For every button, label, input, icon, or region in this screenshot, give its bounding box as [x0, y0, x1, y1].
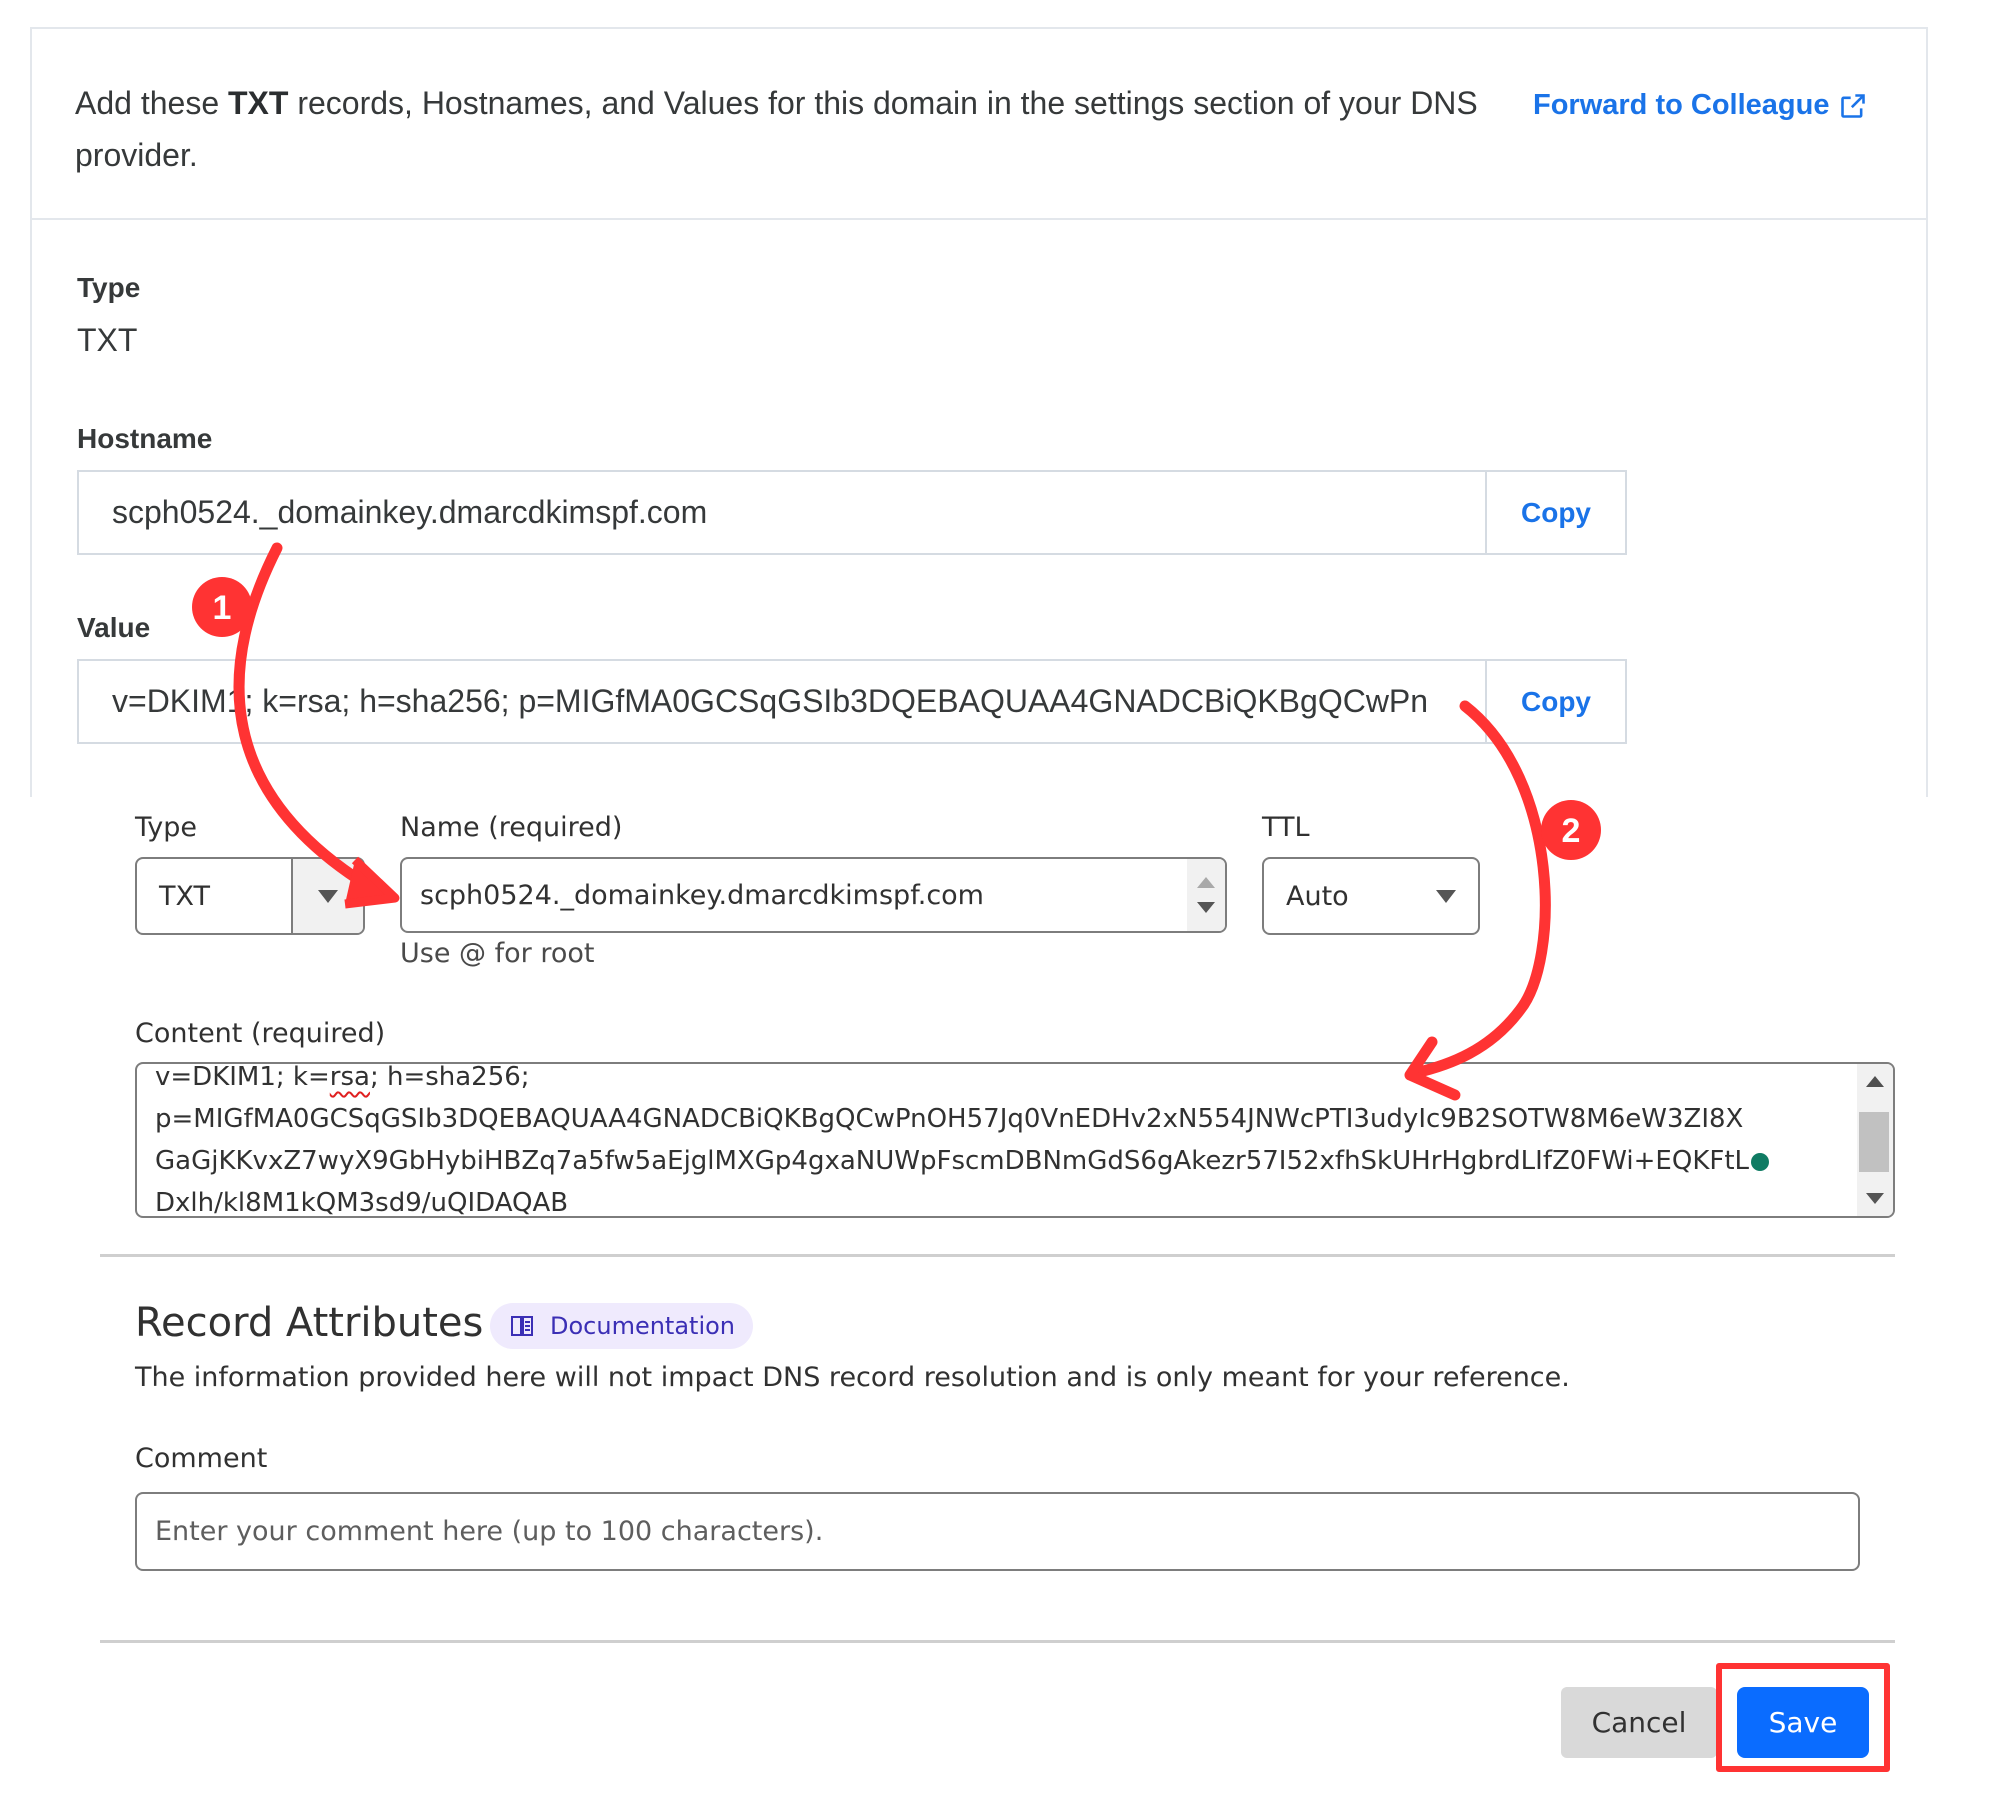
name-label: Name (required): [400, 812, 623, 843]
name-hint: Use @ for root: [400, 938, 595, 969]
value-field: v=DKIM1; k=rsa; h=sha256; p=MIGfMA0GCSqG…: [77, 659, 1627, 744]
documentation-link[interactable]: Documentation: [490, 1303, 754, 1349]
type-select[interactable]: TXT: [135, 857, 365, 935]
ttl-select-value: Auto: [1286, 880, 1349, 912]
documentation-label: Documentation: [550, 1312, 736, 1340]
content-line: v=DKIM1; k=: [155, 1062, 330, 1092]
hostname-label: Hostname: [77, 423, 213, 454]
spellcheck-word: rsa: [329, 1062, 370, 1092]
name-input-value[interactable]: scph0524._domainkey.dmarcdkimspf.com: [402, 859, 1187, 931]
comment-field[interactable]: [135, 1492, 1860, 1571]
name-input[interactable]: scph0524._domainkey.dmarcdkimspf.com: [400, 857, 1227, 933]
book-icon: [511, 1316, 533, 1336]
card-header-divider: [32, 218, 1926, 220]
cursor-indicator-icon: [1751, 1152, 1770, 1171]
save-button[interactable]: Save: [1737, 1687, 1869, 1758]
comment-label: Comment: [135, 1443, 268, 1474]
copy-hostname-button[interactable]: Copy: [1485, 472, 1625, 553]
value-label: Value: [77, 612, 151, 643]
chevron-down-icon: [318, 889, 338, 903]
scrollbar-thumb[interactable]: [1859, 1112, 1889, 1172]
cancel-button[interactable]: Cancel: [1561, 1687, 1717, 1758]
type-select-value: TXT: [159, 880, 211, 912]
hostname-value[interactable]: scph0524._domainkey.dmarcdkimspf.com: [79, 472, 1485, 553]
record-attributes-description: The information provided here will not i…: [135, 1362, 1570, 1393]
type-select-toggle[interactable]: [291, 859, 363, 933]
instructions-text-bold: TXT: [228, 85, 289, 121]
ttl-label: TTL: [1262, 812, 1310, 843]
dns-instructions-card: Add these TXT records, Hostnames, and Va…: [30, 27, 1928, 797]
footer-divider: [100, 1640, 1895, 1643]
record-attributes-title: Record Attributes: [135, 1300, 484, 1346]
content-line: p=MIGfMA0GCSqGSIb3DQEBAQUAA4GNADCBiQKBgQ…: [155, 1104, 1744, 1134]
value-value[interactable]: v=DKIM1; k=rsa; h=sha256; p=MIGfMA0GCSqG…: [79, 661, 1485, 742]
chevron-down-icon: [1436, 889, 1456, 903]
hostname-field: scph0524._domainkey.dmarcdkimspf.com Cop…: [77, 470, 1627, 555]
step-2-number: 2: [1562, 812, 1581, 850]
spin-up-icon[interactable]: [1197, 877, 1215, 888]
name-input-spinner[interactable]: [1187, 859, 1225, 931]
instructions-text-start: Add these: [75, 85, 228, 121]
instructions-text: Add these TXT records, Hostnames, and Va…: [75, 77, 1515, 181]
record-type-label: Type: [77, 272, 141, 303]
content-line: ; h=sha256;: [369, 1062, 530, 1092]
content-textarea[interactable]: v=DKIM1; k=rsa; h=sha256; p=MIGfMA0GCSqG…: [135, 1062, 1895, 1218]
forward-link-label: Forward to Colleague: [1533, 89, 1830, 121]
spin-down-icon[interactable]: [1197, 902, 1215, 913]
step-2-badge: 2: [1541, 800, 1601, 860]
form-type-label: Type: [135, 812, 198, 843]
content-line: Dxlh/kl8M1kQM3sd9/: [155, 1188, 431, 1218]
ttl-select[interactable]: Auto: [1262, 857, 1480, 935]
content-label: Content (required): [135, 1018, 386, 1049]
scroll-down-icon[interactable]: [1866, 1193, 1884, 1204]
content-line: GaGjKKvxZ7wyX9GbHybiHBZq7a5fw5aEjglMXGp4…: [155, 1146, 1750, 1176]
content-text[interactable]: v=DKIM1; k=rsa; h=sha256; p=MIGfMA0GCSqG…: [155, 1062, 1855, 1218]
spellcheck-word: uQIDAQAB: [430, 1188, 569, 1218]
section-divider: [100, 1254, 1895, 1257]
external-link-icon: [1841, 93, 1866, 118]
scroll-up-icon[interactable]: [1866, 1076, 1884, 1087]
comment-input[interactable]: [137, 1494, 1858, 1569]
record-type-value: TXT: [77, 322, 138, 358]
forward-to-colleague-link[interactable]: Forward to Colleague: [1533, 89, 1867, 122]
copy-value-button[interactable]: Copy: [1485, 661, 1625, 742]
